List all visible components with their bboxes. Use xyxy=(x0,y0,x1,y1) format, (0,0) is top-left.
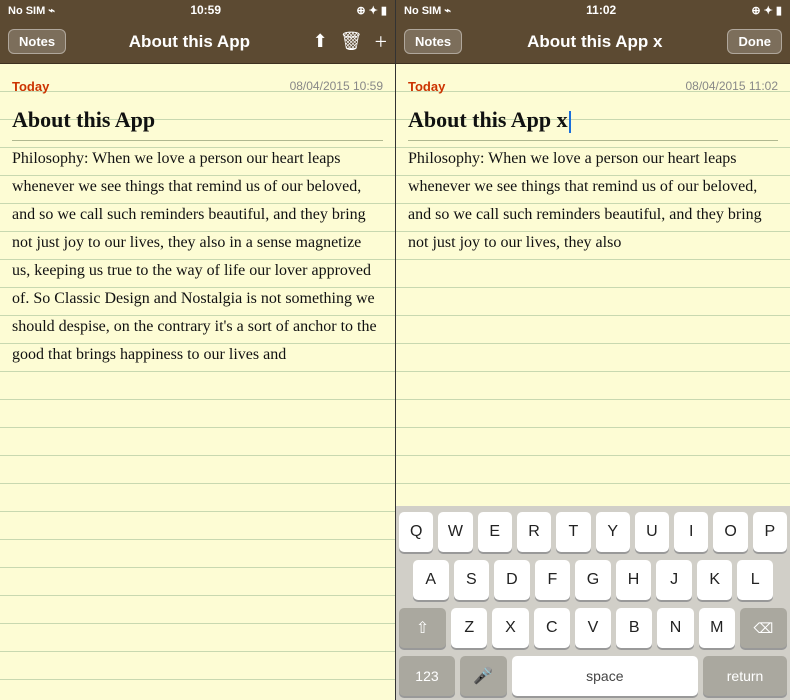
right-panel: No SIM ⌁ 11:02 ⊕ ✦ ▮ Notes About this Ap… xyxy=(395,0,790,700)
done-button[interactable]: Done xyxy=(727,29,782,54)
key-space[interactable]: space xyxy=(512,656,699,696)
nav-bar-right: Notes About this App x Done xyxy=(396,20,790,64)
note-date-row-left: Today 08/04/2015 10:59 xyxy=(12,72,383,100)
key-e[interactable]: E xyxy=(478,512,512,552)
note-title-left[interactable]: About this App xyxy=(12,106,383,134)
battery-icon-right: ⊕ ✦ ▮ xyxy=(751,4,782,17)
key-c[interactable]: C xyxy=(534,608,570,648)
key-p[interactable]: P xyxy=(753,512,787,552)
key-y[interactable]: Y xyxy=(596,512,630,552)
key-d[interactable]: D xyxy=(494,560,530,600)
status-bar-left: No SIM ⌁ 10:59 ⊕ ✦ ▮ xyxy=(0,0,395,20)
keyboard-row-3: ⇧ Z X C V B N M ⌫ xyxy=(399,608,787,648)
key-g[interactable]: G xyxy=(575,560,611,600)
key-w[interactable]: W xyxy=(438,512,472,552)
add-icon[interactable]: + xyxy=(375,29,387,55)
nav-bar-left: Notes About this App ⬆ 🗑 + xyxy=(0,20,395,64)
key-b[interactable]: B xyxy=(616,608,652,648)
keyboard: Q W E R T Y U I O P A S D F G H J K L ⇧ … xyxy=(396,506,790,700)
keyboard-row-1: Q W E R T Y U I O P xyxy=(399,512,787,552)
timestamp-left: 08/04/2015 10:59 xyxy=(290,79,383,93)
key-j[interactable]: J xyxy=(656,560,692,600)
key-k[interactable]: K xyxy=(697,560,733,600)
key-r[interactable]: R xyxy=(517,512,551,552)
time-left: 10:59 xyxy=(190,3,221,17)
status-left-right: No SIM ⌁ xyxy=(404,4,451,17)
note-content-right: Today 08/04/2015 11:02 About this App x … xyxy=(396,64,790,265)
key-o[interactable]: O xyxy=(713,512,747,552)
note-divider-left xyxy=(12,140,383,141)
note-body-left[interactable]: Philosophy: When we love a person our he… xyxy=(12,145,383,369)
key-u[interactable]: U xyxy=(635,512,669,552)
nav-title-left: About this App xyxy=(129,32,250,52)
note-title-text-right: About this App x xyxy=(408,107,568,132)
note-body-right[interactable]: Philosophy: When we love a person our he… xyxy=(408,145,778,257)
back-button-left[interactable]: Notes xyxy=(8,29,66,54)
nav-title-right: About this App x xyxy=(527,32,662,52)
status-left: No SIM ⌁ xyxy=(8,4,55,17)
key-h[interactable]: H xyxy=(616,560,652,600)
key-numbers[interactable]: 123 xyxy=(399,656,455,696)
status-bar-right: No SIM ⌁ 11:02 ⊕ ✦ ▮ xyxy=(396,0,790,20)
no-sim-label-right: No SIM ⌁ xyxy=(404,4,451,17)
note-title-right[interactable]: About this App x xyxy=(408,106,778,134)
left-panel: No SIM ⌁ 10:59 ⊕ ✦ ▮ Notes About this Ap… xyxy=(0,0,395,700)
key-x[interactable]: X xyxy=(492,608,528,648)
key-q[interactable]: Q xyxy=(399,512,433,552)
back-button-right[interactable]: Notes xyxy=(404,29,462,54)
battery-icon: ⊕ ✦ ▮ xyxy=(356,4,387,17)
key-return[interactable]: return xyxy=(703,656,787,696)
key-z[interactable]: Z xyxy=(451,608,487,648)
note-divider-right xyxy=(408,140,778,141)
trash-icon[interactable]: 🗑 xyxy=(340,31,363,52)
text-cursor xyxy=(569,111,571,133)
key-f[interactable]: F xyxy=(535,560,571,600)
status-right-right: ⊕ ✦ ▮ xyxy=(751,4,782,17)
date-label-left: Today xyxy=(12,79,49,94)
key-m[interactable]: M xyxy=(699,608,735,648)
key-mic[interactable]: 🎤 xyxy=(460,656,507,696)
date-label-right: Today xyxy=(408,79,445,94)
nav-icons-left: ⬆ 🗑 + xyxy=(313,29,387,55)
note-content-left: Today 08/04/2015 10:59 About this App Ph… xyxy=(0,64,395,377)
note-area-right: Today 08/04/2015 11:02 About this App x … xyxy=(396,64,790,506)
no-sim-label: No SIM ⌁ xyxy=(8,4,55,17)
keyboard-row-2: A S D F G H J K L xyxy=(399,560,787,600)
key-a[interactable]: A xyxy=(413,560,449,600)
note-area-left: Today 08/04/2015 10:59 About this App Ph… xyxy=(0,64,395,700)
keyboard-row-4: 123 🎤 space return xyxy=(399,656,787,696)
key-backspace[interactable]: ⌫ xyxy=(740,608,787,648)
key-l[interactable]: L xyxy=(737,560,773,600)
note-date-row-right: Today 08/04/2015 11:02 xyxy=(408,72,778,100)
key-v[interactable]: V xyxy=(575,608,611,648)
key-shift[interactable]: ⇧ xyxy=(399,608,446,648)
key-t[interactable]: T xyxy=(556,512,590,552)
share-icon[interactable]: ⬆ xyxy=(313,31,328,52)
key-s[interactable]: S xyxy=(454,560,490,600)
key-n[interactable]: N xyxy=(657,608,693,648)
timestamp-right: 08/04/2015 11:02 xyxy=(685,79,778,93)
time-right: 11:02 xyxy=(586,3,616,17)
key-i[interactable]: I xyxy=(674,512,708,552)
status-right-left: ⊕ ✦ ▮ xyxy=(356,4,387,17)
